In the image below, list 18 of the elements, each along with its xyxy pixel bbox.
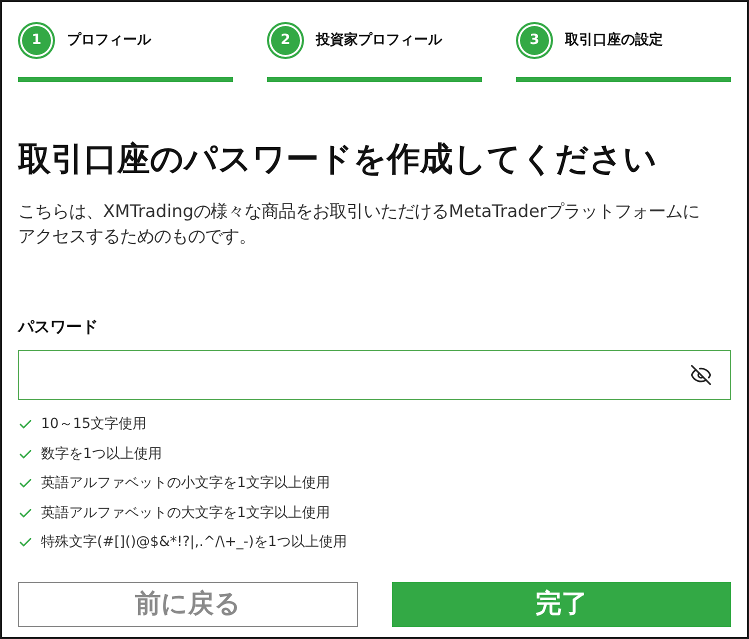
requirement-text: 英語アルファベットの大文字を1文字以上使用 [41,504,330,523]
requirement-text: 英語アルファベットの小文字を1文字以上使用 [41,474,330,494]
eye-off-icon[interactable] [690,364,712,386]
step-label: 投資家プロフィール [316,30,442,50]
requirement-text: 特殊文字(#[]()@$&*!?|,.^/\+_-)を1つ以上使用 [41,533,347,552]
step-number-badge: 1 [18,22,55,58]
back-button[interactable]: 前に戻る [18,582,358,626]
page-title: 取引口座のパスワードを作成してください [18,138,658,180]
step-number-badge: 2 [267,22,304,58]
description-text: こちらは、XMTradingの様々な商品をお取引いただけるMetaTraderプラットフォームにアクセスするためのものです。 [18,201,701,249]
requirement-text: 数字を1つ以上使用 [41,444,162,464]
step-label: プロフィール [67,30,151,50]
step-label: 取引口座の設定 [565,30,663,50]
finish-button[interactable]: 完了 [392,582,731,626]
password-label: パスワード [18,316,99,338]
step-number-badge: 3 [516,22,553,58]
password-field[interactable] [18,350,731,400]
requirement-text: 10～15文字使用 [41,415,147,434]
